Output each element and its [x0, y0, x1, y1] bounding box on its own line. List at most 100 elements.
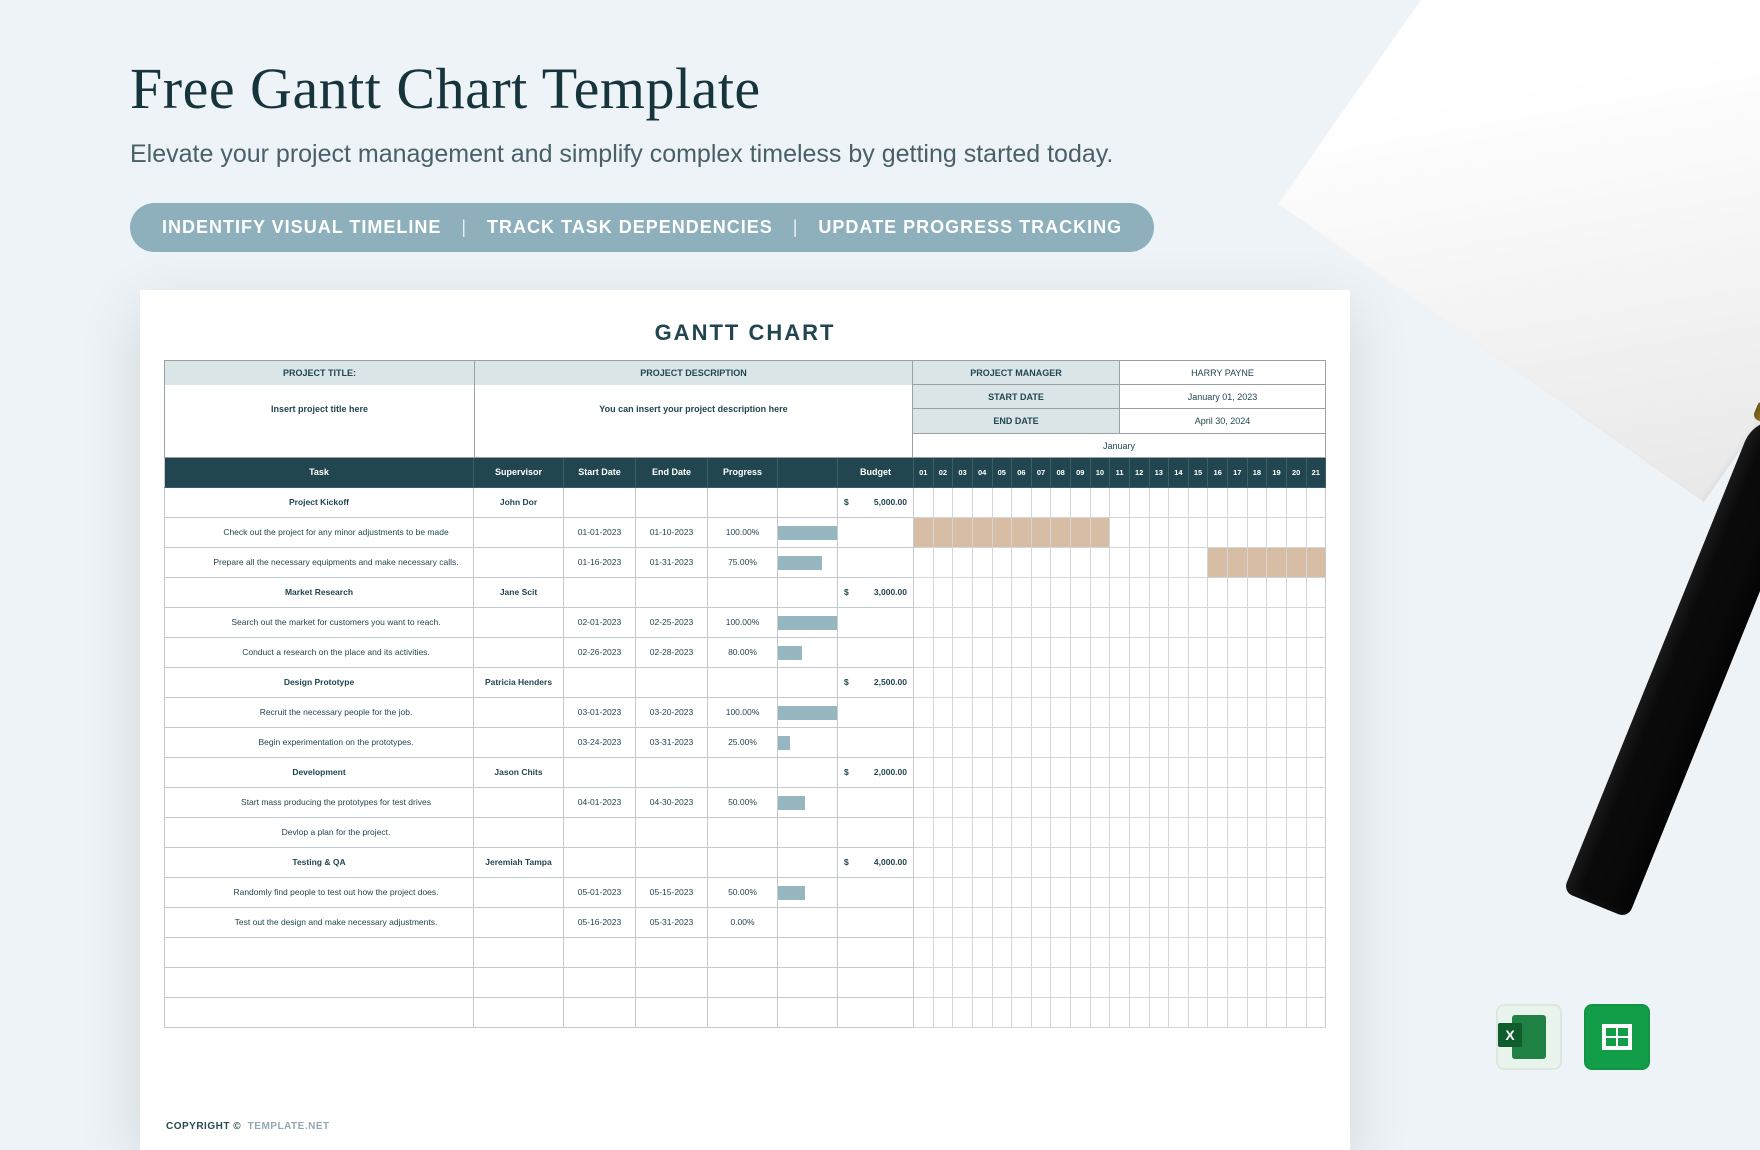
- task-start[interactable]: 04-01-2023: [564, 788, 636, 818]
- day-cell: [1189, 758, 1209, 788]
- day-cell: [914, 608, 934, 638]
- day-cell: [1110, 968, 1130, 998]
- month-label: January: [913, 433, 1325, 457]
- task-progress[interactable]: 0.00%: [708, 908, 778, 938]
- task-start[interactable]: 02-26-2023: [564, 638, 636, 668]
- task-progress[interactable]: 80.00%: [708, 638, 778, 668]
- day-cell: [1169, 908, 1189, 938]
- day-cell: [1228, 818, 1248, 848]
- end-date-value[interactable]: April 30, 2024: [1119, 409, 1325, 433]
- project-desc-value[interactable]: You can insert your project description …: [475, 385, 912, 433]
- task-name[interactable]: Randomly find people to test out how the…: [164, 878, 474, 908]
- day-cell: [1189, 848, 1209, 878]
- task-end[interactable]: 03-31-2023: [636, 728, 708, 758]
- day-cell: [1012, 608, 1032, 638]
- task-start[interactable]: 01-16-2023: [564, 548, 636, 578]
- day-cell: [1071, 638, 1091, 668]
- day-cell: [1091, 848, 1111, 878]
- task-progress[interactable]: 100.00%: [708, 518, 778, 548]
- day-header-cell: 09: [1071, 458, 1091, 488]
- task-progress[interactable]: 75.00%: [708, 548, 778, 578]
- project-title-value[interactable]: Insert project title here: [165, 385, 474, 433]
- task-start[interactable]: 03-01-2023: [564, 698, 636, 728]
- day-cells: [914, 968, 1326, 998]
- day-cell: [1032, 698, 1052, 728]
- task-name[interactable]: Devlop a plan for the project.: [164, 818, 474, 848]
- task-start[interactable]: 01-01-2023: [564, 518, 636, 548]
- task-start[interactable]: 03-24-2023: [564, 728, 636, 758]
- day-cell: [1071, 938, 1091, 968]
- task-name[interactable]: Conduct a research on the place and its …: [164, 638, 474, 668]
- task-name[interactable]: Check out the project for any minor adju…: [164, 518, 474, 548]
- task-end[interactable]: 03-20-2023: [636, 698, 708, 728]
- day-cell: [1228, 578, 1248, 608]
- day-cell: [1169, 938, 1189, 968]
- task-progress[interactable]: 100.00%: [708, 608, 778, 638]
- day-header-cell: 06: [1012, 458, 1032, 488]
- day-cell: [934, 638, 954, 668]
- task-name[interactable]: Search out the market for customers you …: [164, 608, 474, 638]
- day-cell: [953, 968, 973, 998]
- task-end[interactable]: 05-31-2023: [636, 908, 708, 938]
- day-cell: [934, 548, 954, 578]
- task-name[interactable]: Test out the design and make necessary a…: [164, 908, 474, 938]
- task-name[interactable]: Begin experimentation on the prototypes.: [164, 728, 474, 758]
- day-cell: [973, 818, 993, 848]
- day-cell: [993, 578, 1013, 608]
- day-cell: [953, 578, 973, 608]
- day-cells: [914, 818, 1326, 848]
- table-header-row: Task Supervisor Start Date End Date Prog…: [164, 458, 1326, 488]
- day-cell: [953, 668, 973, 698]
- day-cells: [914, 698, 1326, 728]
- task-progress[interactable]: 50.00%: [708, 788, 778, 818]
- task-progress[interactable]: 25.00%: [708, 728, 778, 758]
- task-end[interactable]: 04-30-2023: [636, 788, 708, 818]
- day-cell: [1307, 818, 1327, 848]
- task-end[interactable]: 02-25-2023: [636, 608, 708, 638]
- task-progress[interactable]: 50.00%: [708, 878, 778, 908]
- day-cell: [1189, 548, 1209, 578]
- task-end[interactable]: 02-28-2023: [636, 638, 708, 668]
- manager-value[interactable]: HARRY PAYNE: [1119, 361, 1325, 385]
- task-end[interactable]: 01-31-2023: [636, 548, 708, 578]
- task-name[interactable]: Start mass producing the prototypes for …: [164, 788, 474, 818]
- day-header-cell: 05: [993, 458, 1013, 488]
- day-cells: [914, 548, 1326, 578]
- task-name[interactable]: Prepare all the necessary equipments and…: [164, 548, 474, 578]
- task-start[interactable]: [564, 818, 636, 848]
- day-cell: [1130, 608, 1150, 638]
- day-cell: [1071, 848, 1091, 878]
- task-start[interactable]: 05-16-2023: [564, 908, 636, 938]
- day-cell: [993, 788, 1013, 818]
- day-cell: [1110, 788, 1130, 818]
- task-start[interactable]: 02-01-2023: [564, 608, 636, 638]
- col-supervisor: Supervisor: [474, 458, 564, 488]
- task-name[interactable]: Recruit the necessary people for the job…: [164, 698, 474, 728]
- day-cell: [934, 848, 954, 878]
- task-end[interactable]: 01-10-2023: [636, 518, 708, 548]
- task-end[interactable]: 05-15-2023: [636, 878, 708, 908]
- day-cell: [1051, 938, 1071, 968]
- day-cell: [1051, 548, 1071, 578]
- task-progress[interactable]: [708, 818, 778, 848]
- day-cell: [1287, 518, 1307, 548]
- copyright: COPYRIGHT © TEMPLATE.NET: [166, 1121, 330, 1132]
- start-date-value[interactable]: January 01, 2023: [1119, 385, 1325, 409]
- day-cell: [1248, 608, 1268, 638]
- day-header-cell: 14: [1169, 458, 1189, 488]
- day-cells: [914, 578, 1326, 608]
- day-cell: [1130, 638, 1150, 668]
- day-cell: [1110, 938, 1130, 968]
- day-cell: [1051, 608, 1071, 638]
- task-progress[interactable]: 100.00%: [708, 698, 778, 728]
- section-name: Design Prototype: [164, 668, 474, 698]
- col-end: End Date: [636, 458, 708, 488]
- day-cell: [1110, 668, 1130, 698]
- task-start[interactable]: 05-01-2023: [564, 878, 636, 908]
- day-cell: [953, 758, 973, 788]
- day-cell: [1091, 908, 1111, 938]
- task-end[interactable]: [636, 818, 708, 848]
- day-cell: [1189, 668, 1209, 698]
- day-cell: [1130, 998, 1150, 1028]
- day-cell: [993, 728, 1013, 758]
